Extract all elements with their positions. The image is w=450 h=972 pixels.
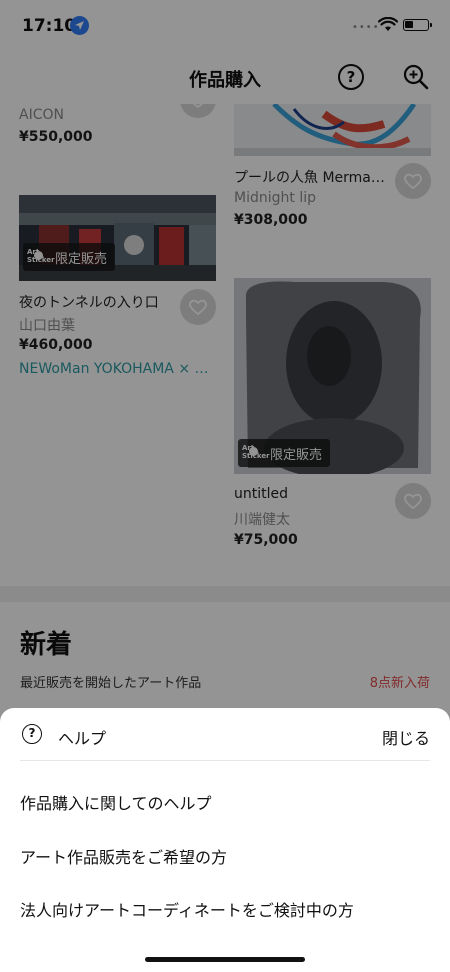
sheet-menu-item[interactable]: 法人向けアートコーディネートをご検討中の方: [20, 897, 354, 921]
sheet-header: ? ヘルプ 閉じる: [20, 708, 430, 761]
help-sheet: ? ヘルプ 閉じる 作品購入に関してのヘルプ アート作品販売をご希望の方 法人向…: [0, 708, 450, 972]
sheet-menu-item[interactable]: 作品購入に関してのヘルプ: [20, 790, 212, 814]
close-button[interactable]: 閉じる: [382, 725, 430, 749]
home-indicator[interactable]: [145, 957, 305, 962]
help-icon: ?: [22, 724, 42, 744]
sheet-menu-item[interactable]: アート作品販売をご希望の方: [20, 844, 227, 868]
sheet-title: ヘルプ: [58, 729, 107, 748]
page: 17:10 •••• 作品購入 ? AICON ¥550,000 プールの人魚 …: [0, 0, 450, 972]
